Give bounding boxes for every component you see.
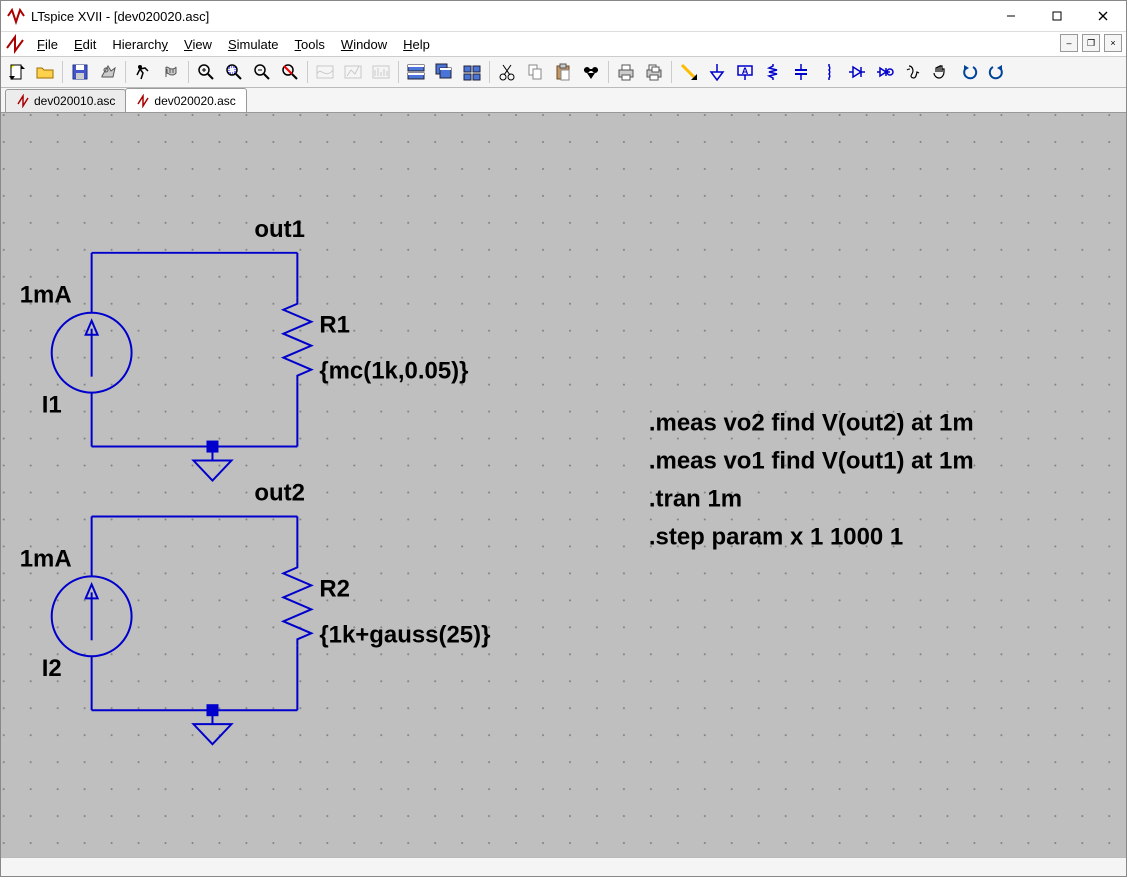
mdi-minimize-button[interactable]: – xyxy=(1060,34,1078,52)
capacitor-button[interactable] xyxy=(787,58,815,86)
cut-button[interactable] xyxy=(493,58,521,86)
draw-wire-button[interactable] xyxy=(675,58,703,86)
copy-button[interactable] xyxy=(521,58,549,86)
net-label-out1[interactable]: out1 xyxy=(254,216,305,243)
maximize-button[interactable] xyxy=(1034,1,1080,31)
statusbar xyxy=(1,857,1126,876)
schematic-svg[interactable]: out1 xyxy=(1,113,1126,857)
i2-value[interactable]: 1mA xyxy=(20,545,72,572)
paste-button[interactable] xyxy=(549,58,577,86)
drag-button[interactable] xyxy=(927,58,955,86)
minimize-button[interactable] xyxy=(988,1,1034,31)
menu-view[interactable]: View xyxy=(176,35,220,54)
tab-dev020020[interactable]: dev020020.asc xyxy=(125,88,246,112)
r2-name[interactable]: R2 xyxy=(319,575,350,602)
menubar: File Edit Hierarchy View Simulate Tools … xyxy=(1,32,1126,57)
redo-button[interactable] xyxy=(983,58,1011,86)
close-all-button[interactable] xyxy=(458,58,486,86)
autorange-y-button[interactable] xyxy=(339,58,367,86)
schematic-file-icon xyxy=(136,94,150,108)
r2-value[interactable]: {1k+gauss(25)} xyxy=(319,621,490,648)
directive-tran[interactable]: .tran 1m xyxy=(649,485,742,512)
menu-hierarchy[interactable]: Hierarchy xyxy=(104,35,176,54)
menu-window[interactable]: Window xyxy=(333,35,395,54)
print-button[interactable] xyxy=(612,58,640,86)
menu-help[interactable]: Help xyxy=(395,35,438,54)
i1-name[interactable]: I1 xyxy=(42,392,62,419)
schematic-canvas[interactable]: out1 xyxy=(1,113,1126,857)
zoom-area-button[interactable] xyxy=(192,58,220,86)
r1-name[interactable]: R1 xyxy=(319,312,350,339)
menu-edit[interactable]: Edit xyxy=(66,35,104,54)
inductor-button[interactable] xyxy=(815,58,843,86)
autorange-button[interactable] xyxy=(276,58,304,86)
control-panel-button[interactable] xyxy=(94,58,122,86)
directive-step[interactable]: .step param x 1 1000 1 xyxy=(649,523,903,550)
run-button[interactable] xyxy=(129,58,157,86)
find-button[interactable] xyxy=(577,58,605,86)
tab-label: dev020020.asc xyxy=(154,94,235,108)
undo-button[interactable] xyxy=(955,58,983,86)
tab-label: dev020010.asc xyxy=(34,94,115,108)
titlebar: LTspice XVII - [dev020020.asc] xyxy=(1,1,1126,32)
app-window: LTspice XVII - [dev020020.asc] File Edit… xyxy=(0,0,1127,877)
save-button[interactable] xyxy=(66,58,94,86)
label-net-button[interactable]: A xyxy=(731,58,759,86)
menu-file[interactable]: File xyxy=(29,35,66,54)
move-button[interactable] xyxy=(899,58,927,86)
open-button[interactable] xyxy=(31,58,59,86)
i2-name[interactable]: I2 xyxy=(42,655,62,682)
ltspice-logo-icon xyxy=(5,34,25,54)
diode-button[interactable] xyxy=(843,58,871,86)
app-icon xyxy=(7,7,25,25)
directive-meas-vo1[interactable]: .meas vo1 find V(out1) at 1m xyxy=(649,448,974,475)
schematic-file-icon xyxy=(16,94,30,108)
component-button[interactable] xyxy=(871,58,899,86)
r1-value[interactable]: {mc(1k,0.05)} xyxy=(319,358,468,385)
i1-value[interactable]: 1mA xyxy=(20,282,72,309)
new-schematic-button[interactable] xyxy=(3,58,31,86)
cascade-windows-button[interactable] xyxy=(430,58,458,86)
ground-button[interactable] xyxy=(703,58,731,86)
fft-button[interactable] xyxy=(367,58,395,86)
directive-meas-vo2[interactable]: .meas vo2 find V(out2) at 1m xyxy=(649,410,974,437)
tile-windows-button[interactable] xyxy=(402,58,430,86)
print-setup-button[interactable] xyxy=(640,58,668,86)
zoom-extents-button[interactable] xyxy=(248,58,276,86)
toolbar: A xyxy=(1,57,1126,88)
mdi-restore-button[interactable]: ❐ xyxy=(1082,34,1100,52)
mdi-controls: – ❐ × xyxy=(1060,34,1122,52)
pick-visible-traces-button[interactable] xyxy=(311,58,339,86)
net-label-out2[interactable]: out2 xyxy=(254,479,305,506)
svg-text:A: A xyxy=(742,66,749,76)
zoom-back-button[interactable] xyxy=(220,58,248,86)
tabbar: dev020010.asc dev020020.asc xyxy=(1,88,1126,113)
menu-simulate[interactable]: Simulate xyxy=(220,35,287,54)
halt-button[interactable] xyxy=(157,58,185,86)
tab-dev020010[interactable]: dev020010.asc xyxy=(5,89,126,112)
close-button[interactable] xyxy=(1080,1,1126,31)
mdi-close-button[interactable]: × xyxy=(1104,34,1122,52)
menu-tools[interactable]: Tools xyxy=(287,35,333,54)
window-title: LTspice XVII - [dev020020.asc] xyxy=(31,9,988,24)
resistor-button[interactable] xyxy=(759,58,787,86)
